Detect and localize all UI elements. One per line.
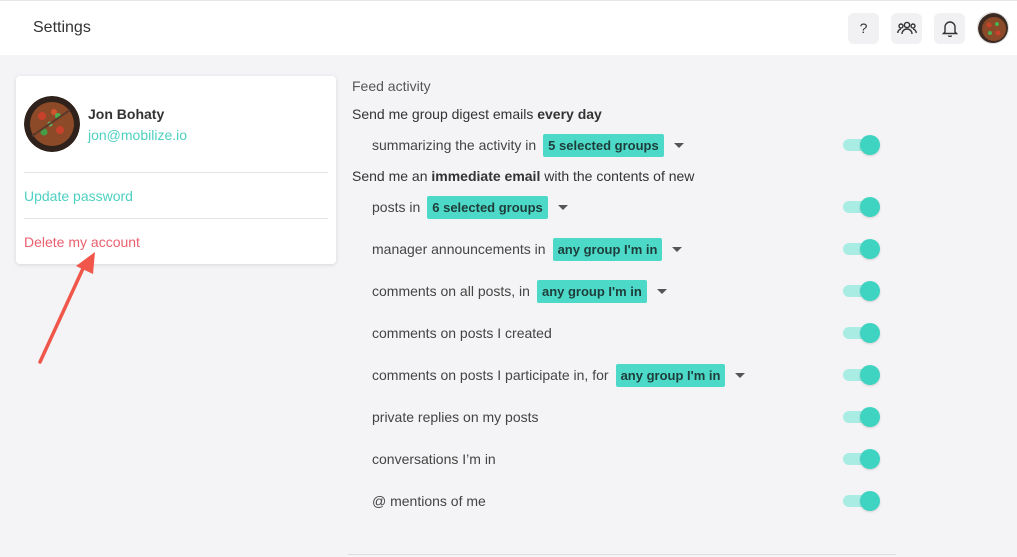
- profile-avatar[interactable]: [977, 12, 1009, 44]
- digest-heading: Send me group digest emails every day: [352, 106, 602, 122]
- divider: [348, 554, 896, 555]
- setting-row: @ mentions of me: [352, 480, 900, 522]
- groups-icon[interactable]: [891, 12, 922, 44]
- setting-label: @ mentions of me: [372, 493, 486, 509]
- chevron-down-icon[interactable]: [673, 142, 684, 148]
- header-icons: ?: [848, 12, 1009, 44]
- toggle-switch[interactable]: [843, 135, 881, 155]
- toggle-switch[interactable]: [843, 491, 881, 511]
- setting-label: manager announcements in: [372, 241, 546, 257]
- help-icon[interactable]: ?: [848, 12, 879, 44]
- toggle-knob: [860, 491, 880, 511]
- divider: [24, 218, 328, 219]
- group-selector[interactable]: any group I'm in: [552, 237, 663, 261]
- chevron-down-icon[interactable]: [557, 204, 568, 210]
- toggle-switch[interactable]: [843, 407, 881, 427]
- group-selector[interactable]: any group I'm in: [615, 363, 726, 387]
- toggle-knob: [860, 323, 880, 343]
- setting-row: comments on posts I created: [352, 312, 900, 354]
- profile-email[interactable]: jon@mobilize.io: [88, 127, 187, 143]
- digest-rows: summarizing the activity in 5 selected gr…: [352, 124, 900, 166]
- feed-settings: Feed activity Send me group digest email…: [352, 78, 900, 522]
- setting-label: comments on posts I participate in, for: [372, 367, 609, 383]
- setting-label: comments on all posts, in: [372, 283, 530, 299]
- profile-name: Jon Bohaty: [88, 106, 165, 122]
- avatar: [24, 96, 80, 152]
- chevron-down-icon[interactable]: [656, 288, 667, 294]
- toggle-switch[interactable]: [843, 281, 881, 301]
- setting-row: summarizing the activity in 5 selected gr…: [352, 124, 900, 166]
- setting-row: private replies on my posts: [352, 396, 900, 438]
- divider: [24, 172, 328, 173]
- page-title: Settings: [33, 19, 91, 36]
- setting-row: posts in 6 selected groups: [352, 186, 900, 228]
- toggle-switch[interactable]: [843, 323, 881, 343]
- immediate-rows: posts in 6 selected groups manager announc…: [352, 186, 900, 522]
- top-bar: Settings ?: [0, 0, 1017, 55]
- help-glyph: ?: [859, 20, 868, 36]
- toggle-switch[interactable]: [843, 449, 881, 469]
- toggle-switch[interactable]: [843, 197, 881, 217]
- update-password-link[interactable]: Update password: [24, 188, 133, 204]
- toggle-knob: [860, 365, 880, 385]
- toggle-knob: [860, 407, 880, 427]
- toggle-switch[interactable]: [843, 365, 881, 385]
- setting-row: conversations I’m in: [352, 438, 900, 480]
- bell-icon[interactable]: [934, 12, 965, 44]
- group-selector[interactable]: any group I'm in: [536, 279, 647, 303]
- toggle-knob: [860, 197, 880, 217]
- toggle-switch[interactable]: [843, 239, 881, 259]
- setting-row: comments on posts I participate in, for a…: [352, 354, 900, 396]
- profile-card: Jon Bohaty jon@mobilize.io Update passwo…: [16, 76, 336, 264]
- setting-row: comments on all posts, in any group I'm i…: [352, 270, 900, 312]
- setting-label: private replies on my posts: [372, 409, 539, 425]
- section-title: Feed activity: [352, 78, 431, 94]
- group-selector[interactable]: 6 selected groups: [427, 195, 548, 219]
- setting-label: summarizing the activity in: [372, 137, 537, 153]
- setting-row: manager announcements in any group I'm in: [352, 228, 900, 270]
- delete-account-link[interactable]: Delete my account: [24, 234, 140, 250]
- toggle-knob: [860, 449, 880, 469]
- chevron-down-icon[interactable]: [735, 372, 746, 378]
- chevron-down-icon[interactable]: [672, 246, 683, 252]
- setting-label: posts in: [372, 199, 421, 215]
- setting-label: conversations I’m in: [372, 451, 496, 467]
- toggle-knob: [860, 135, 880, 155]
- toggle-knob: [860, 239, 880, 259]
- setting-label: comments on posts I created: [372, 325, 552, 341]
- group-selector[interactable]: 5 selected groups: [543, 133, 664, 157]
- immediate-heading: Send me an immediate email with the cont…: [352, 168, 695, 184]
- toggle-knob: [860, 281, 880, 301]
